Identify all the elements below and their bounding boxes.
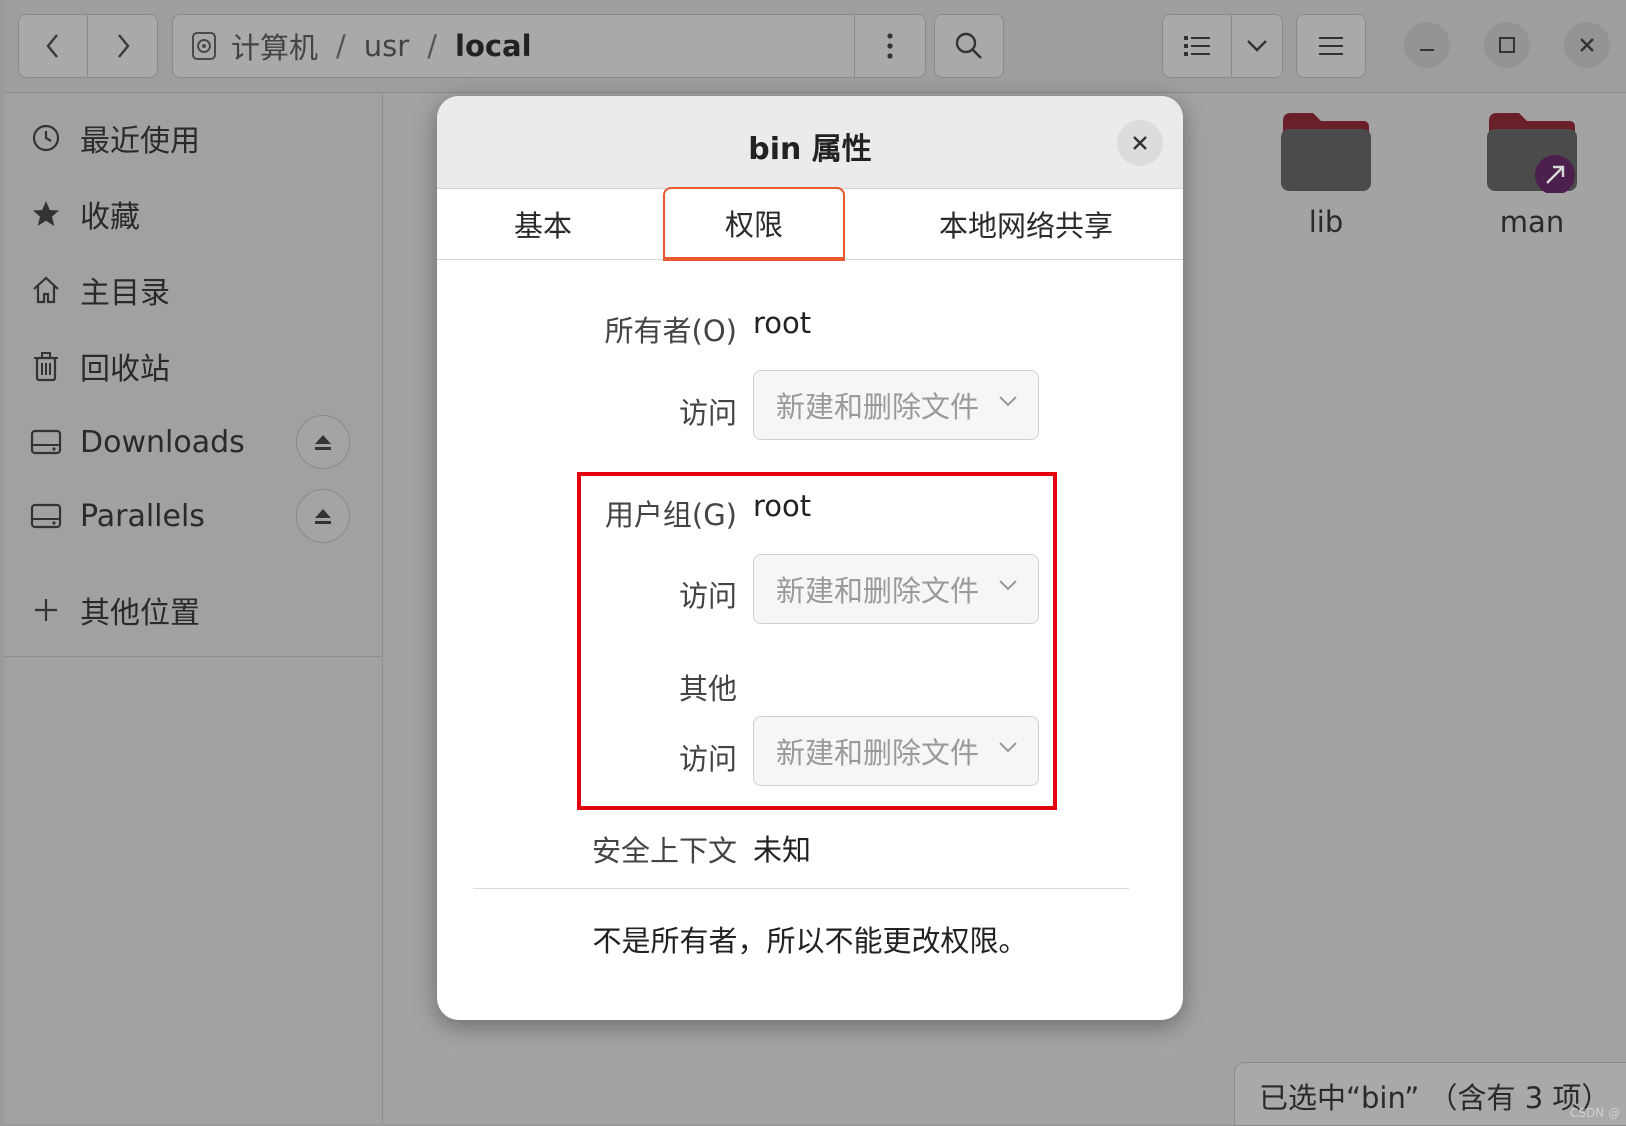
sidebar-item-other-locations[interactable]: 其他位置	[4, 577, 382, 643]
dialog-titlebar: bin 属性	[437, 96, 1183, 189]
sidebar-item-trash[interactable]: 回收站	[4, 333, 382, 399]
maximize-icon	[1499, 37, 1515, 53]
header-bar: 计算机 / usr / local	[4, 0, 1626, 93]
breadcrumb-computer[interactable]: 计算机	[231, 25, 318, 67]
sidebar-item-label: Downloads	[80, 424, 245, 460]
sidebar-divider	[4, 656, 382, 657]
sidebar-item-recent[interactable]: 最近使用	[4, 105, 382, 171]
folder-item[interactable]: lib	[1271, 107, 1381, 239]
close-window-button[interactable]	[1564, 22, 1610, 68]
sidebar-item-label: 其他位置	[80, 596, 200, 631]
view-list-button[interactable]	[1162, 14, 1232, 78]
owner-access-label: 访问	[678, 396, 737, 430]
vertical-dots-icon	[887, 33, 893, 59]
list-view-icon	[1184, 36, 1210, 56]
minimize-icon	[1420, 49, 1434, 51]
owner-access-select[interactable]: 新建和删除文件	[753, 370, 1039, 440]
dialog-close-button[interactable]	[1117, 120, 1163, 166]
chevron-down-icon	[1247, 40, 1267, 52]
chevron-down-icon	[999, 580, 1017, 591]
close-icon	[1580, 38, 1594, 52]
tab-network-share[interactable]: 本地网络共享	[903, 189, 1149, 259]
eject-icon	[315, 435, 331, 450]
minimize-button[interactable]	[1404, 22, 1450, 68]
tab-basic[interactable]: 基本	[489, 189, 597, 259]
search-button[interactable]	[934, 14, 1004, 78]
breadcrumb-usr[interactable]: usr	[364, 29, 409, 63]
sidebar-item-label: 主目录	[80, 276, 170, 311]
star-icon	[28, 196, 64, 232]
view-options-dropdown[interactable]	[1231, 14, 1283, 78]
forward-button[interactable]	[88, 14, 158, 78]
dialog-tabs: 基本 权限 本地网络共享	[437, 187, 1183, 261]
nav-buttons	[18, 14, 158, 78]
drive-icon	[28, 498, 64, 534]
selection-status: 已选中“bin” （含有 3 项）	[1234, 1062, 1626, 1126]
others-access-label: 访问	[678, 742, 737, 776]
search-icon	[955, 32, 982, 59]
permission-note: 不是所有者，所以不能更改权限。	[592, 924, 1028, 958]
sidebar-item-starred[interactable]: 收藏	[4, 181, 382, 247]
drive-icon	[28, 424, 64, 460]
select-value: 新建和删除文件	[776, 390, 980, 424]
sidebar-item-parallels[interactable]: Parallels	[4, 483, 382, 549]
dialog-separator	[473, 888, 1129, 889]
owner-label: 所有者(O)	[604, 314, 737, 348]
breadcrumb-separator: /	[336, 29, 346, 63]
path-menu-button[interactable]	[854, 15, 925, 77]
tab-label: 权限	[724, 208, 783, 242]
breadcrumb-separator: /	[427, 29, 437, 63]
group-access-select[interactable]: 新建和删除文件	[753, 554, 1039, 624]
eject-button[interactable]	[296, 489, 350, 543]
chevron-down-icon	[999, 396, 1017, 407]
eject-button[interactable]	[296, 415, 350, 469]
path-bar: 计算机 / usr / local	[172, 14, 926, 78]
security-context-value: 未知	[753, 833, 812, 867]
folder-item[interactable]: man	[1477, 107, 1587, 239]
others-label: 其他	[678, 672, 737, 706]
properties-dialog: bin 属性 基本 权限 本地网络共享 所有者(O) root 访问 新建和删除…	[437, 96, 1183, 1020]
back-button[interactable]	[18, 14, 88, 78]
group-access-label: 访问	[678, 579, 737, 613]
home-icon	[28, 272, 64, 308]
sidebar-item-downloads[interactable]: Downloads	[4, 409, 382, 475]
sidebar-item-label: 回收站	[80, 352, 170, 387]
sidebar-item-label: Parallels	[80, 498, 205, 534]
owner-value: root	[753, 306, 812, 340]
watermark: CSDN @	[1569, 1106, 1620, 1120]
others-access-select[interactable]: 新建和删除文件	[753, 716, 1039, 786]
disk-icon	[191, 31, 217, 61]
group-value: root	[753, 489, 812, 523]
group-label: 用户组(G)	[604, 498, 737, 532]
hamburger-icon	[1319, 37, 1343, 55]
dialog-title: bin 属性	[748, 132, 872, 167]
breadcrumb-local[interactable]: local	[455, 29, 532, 63]
close-icon	[1133, 136, 1147, 150]
select-value: 新建和删除文件	[776, 574, 980, 608]
sidebar-item-label: 最近使用	[80, 124, 200, 159]
maximize-button[interactable]	[1484, 22, 1530, 68]
eject-icon	[315, 509, 331, 524]
sidebar-item-label: 收藏	[80, 200, 140, 235]
sidebar: 最近使用 收藏 主目录 回收站 Downloads Parallels 其他位置	[4, 93, 383, 1124]
trash-icon	[28, 348, 64, 384]
select-value: 新建和删除文件	[776, 736, 980, 770]
chevron-down-icon	[999, 742, 1017, 753]
chevron-right-icon	[117, 34, 130, 58]
sidebar-item-home[interactable]: 主目录	[4, 257, 382, 323]
plus-icon	[28, 592, 64, 628]
chevron-left-icon	[46, 34, 58, 58]
folder-icon	[1281, 113, 1371, 191]
main-menu-button[interactable]	[1296, 14, 1366, 78]
clock-icon	[28, 120, 64, 156]
folder-link-icon	[1487, 113, 1577, 195]
security-context-label: 安全上下文	[591, 834, 737, 868]
tab-permissions[interactable]: 权限	[663, 187, 845, 261]
active-tab-underline	[663, 257, 845, 261]
folder-name: lib	[1308, 205, 1344, 239]
folder-name: man	[1499, 205, 1565, 239]
